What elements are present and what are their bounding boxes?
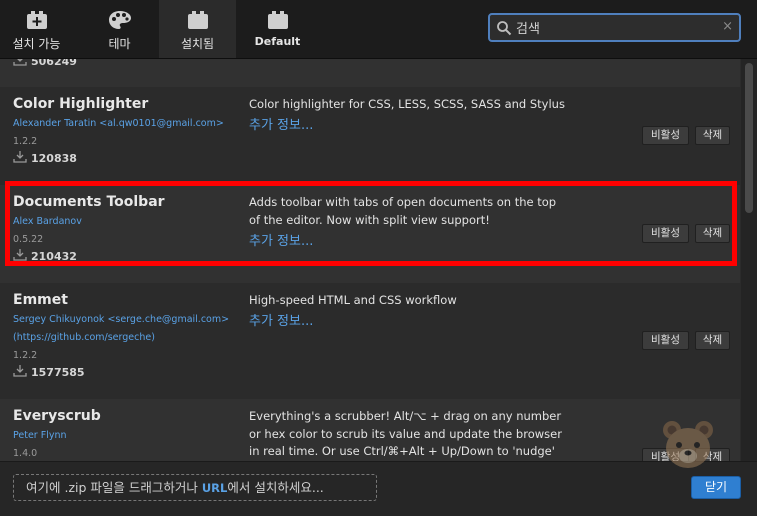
extension-author[interactable]: Peter Flynn bbox=[13, 430, 67, 441]
list-item: Color Highlighter Alexander Taratin <al.… bbox=[0, 87, 740, 185]
extension-version: 1.4.0 bbox=[13, 448, 38, 459]
download-icon bbox=[13, 151, 27, 163]
bear-watermark-icon bbox=[663, 421, 713, 468]
tab-default[interactable]: Default bbox=[240, 0, 315, 58]
tab-available-label: 설치 가능 bbox=[12, 37, 61, 51]
extension-default-icon bbox=[267, 11, 288, 29]
remove-button[interactable]: 삭제 bbox=[695, 331, 730, 350]
footer: 여기에 .zip 파일을 드래그하거나 URL에서 설치하세요... 닫기 bbox=[0, 461, 757, 516]
tab-themes-label: 테마 bbox=[108, 37, 131, 51]
disable-button[interactable]: 비활성 bbox=[642, 224, 689, 243]
download-icon bbox=[13, 249, 27, 261]
tab-themes[interactable]: 테마 bbox=[83, 0, 156, 58]
extension-installed-icon bbox=[187, 11, 208, 29]
extension-list[interactable]: 506249 Color Highlighter Alexander Tarat… bbox=[0, 59, 740, 461]
extension-version: 1.2.2 bbox=[13, 350, 38, 361]
download-count-value: 1577585 bbox=[31, 366, 85, 379]
download-count: 120838 bbox=[13, 151, 77, 165]
disable-button[interactable]: 비활성 bbox=[642, 331, 689, 350]
download-count: 210432 bbox=[13, 249, 77, 263]
extension-version: 0.5.22 bbox=[13, 234, 44, 245]
download-count: 506249 bbox=[13, 59, 77, 68]
more-info-link[interactable]: 추가 정보... bbox=[249, 230, 313, 249]
remove-button[interactable]: 삭제 bbox=[695, 126, 730, 145]
more-info-link[interactable]: 추가 정보... bbox=[249, 310, 313, 329]
tab-bar: 설치 가능 테마 설치됨 Default × bbox=[0, 0, 757, 59]
extension-description: Color highlighter for CSS, LESS, SCSS, S… bbox=[249, 97, 565, 111]
download-count-value: 120838 bbox=[31, 152, 77, 165]
disable-button[interactable]: 비활성 bbox=[642, 126, 689, 145]
tab-default-label: Default bbox=[254, 35, 301, 48]
zip-drop-zone[interactable]: 여기에 .zip 파일을 드래그하거나 URL에서 설치하세요... bbox=[13, 474, 377, 501]
extension-add-icon bbox=[26, 11, 47, 29]
drop-text-prefix: 여기에 .zip 파일을 드래그하거나 bbox=[26, 480, 202, 495]
palette-icon bbox=[108, 11, 131, 29]
extension-description: Adds toolbar with tabs of open documents… bbox=[249, 195, 557, 227]
extension-version: 1.2.2 bbox=[13, 136, 38, 147]
list-item: Emmet Sergey Chikuyonok <serge.che@gmail… bbox=[0, 283, 740, 399]
search-box: × bbox=[488, 13, 741, 42]
scrollbar[interactable] bbox=[741, 59, 757, 461]
close-button[interactable]: 닫기 bbox=[691, 476, 741, 499]
drop-text-suffix: 에서 설치하세요... bbox=[227, 480, 324, 495]
remove-button[interactable]: 삭제 bbox=[695, 224, 730, 243]
search-input[interactable] bbox=[516, 17, 706, 38]
clear-search-icon[interactable]: × bbox=[722, 19, 733, 34]
extension-name: Documents Toolbar bbox=[13, 194, 165, 210]
extension-author-url[interactable]: (https://github.com/sergeche) bbox=[13, 332, 155, 343]
tab-available[interactable]: 설치 가능 bbox=[0, 0, 73, 58]
extension-author[interactable]: Alex Bardanov bbox=[13, 216, 82, 227]
extension-description: Everything's a scrubber! Alt/⌥ + drag on… bbox=[249, 409, 562, 458]
extension-name: Color Highlighter bbox=[13, 96, 149, 112]
install-from-url-link[interactable]: URL bbox=[202, 481, 228, 495]
scrollbar-thumb[interactable] bbox=[745, 63, 753, 213]
extension-name: Everyscrub bbox=[13, 408, 101, 424]
extension-name: Emmet bbox=[13, 292, 68, 308]
extension-description: High-speed HTML and CSS workflow bbox=[249, 293, 457, 307]
tab-installed[interactable]: 설치됨 bbox=[159, 0, 236, 58]
download-count: 1577585 bbox=[13, 365, 85, 379]
list-item: Documents Toolbar Alex Bardanov 0.5.22 2… bbox=[0, 185, 740, 283]
download-count-value: 506249 bbox=[31, 59, 77, 68]
list-item: Everyscrub Peter Flynn 1.4.0 Everything'… bbox=[0, 399, 740, 461]
tab-installed-label: 설치됨 bbox=[180, 37, 215, 51]
extension-author[interactable]: Alexander Taratin <al.qw0101@gmail.com> bbox=[13, 118, 224, 129]
more-info-link[interactable]: 추가 정보... bbox=[249, 114, 313, 133]
extension-author[interactable]: Sergey Chikuyonok <serge.che@gmail.com> bbox=[13, 314, 229, 325]
download-icon bbox=[13, 59, 27, 66]
list-item: 506249 bbox=[0, 59, 740, 87]
download-count-value: 210432 bbox=[31, 250, 77, 263]
download-icon bbox=[13, 365, 27, 377]
search-icon bbox=[497, 21, 512, 36]
